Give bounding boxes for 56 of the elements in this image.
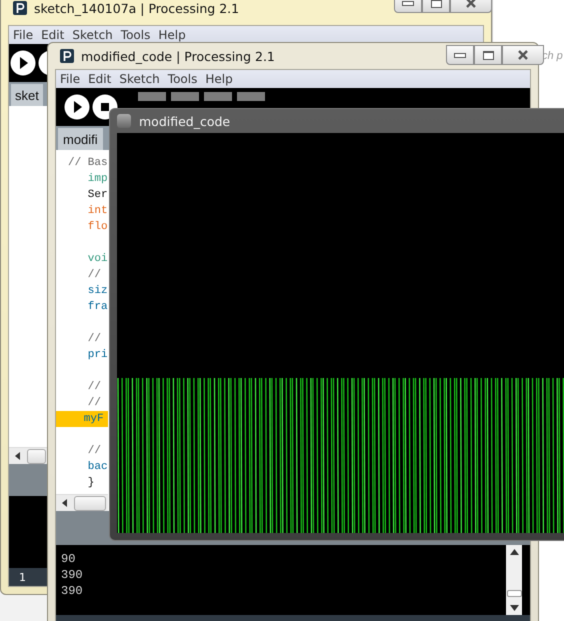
- window-title: modified_code: [139, 114, 230, 128]
- code-text: // Bas: [68, 157, 108, 169]
- code-text: }: [86, 477, 94, 489]
- window-icon: [117, 114, 131, 128]
- window-title: modified_code | Processing 2.1: [81, 48, 275, 64]
- menu-item[interactable]: Tools: [120, 28, 150, 42]
- close-icon[interactable]: [517, 50, 529, 60]
- code-text: myF: [82, 413, 104, 425]
- code-text: //: [86, 397, 102, 409]
- horizontal-scrollbar[interactable]: [56, 494, 108, 511]
- scrollbar-thumb[interactable]: [27, 448, 46, 464]
- editor-tab[interactable]: modifi: [58, 128, 103, 150]
- code-text: imp: [86, 173, 108, 185]
- code-text: //: [86, 445, 102, 457]
- scroll-up-icon[interactable]: [510, 549, 518, 555]
- code-text: //: [86, 333, 102, 345]
- app-logo-icon[interactable]: [13, 1, 27, 15]
- code-text: Ser: [86, 189, 108, 201]
- code-text: bac: [86, 461, 108, 473]
- code-text: pri: [86, 349, 108, 361]
- scrollbar-thumb[interactable]: [506, 590, 522, 597]
- scroll-left-icon[interactable]: [15, 452, 21, 460]
- menu-item[interactable]: Tools: [168, 72, 198, 86]
- scroll-down-icon[interactable]: [510, 605, 518, 611]
- menu-item[interactable]: Sketch: [72, 28, 113, 42]
- maximize-button[interactable]: [474, 45, 502, 65]
- code-text: flo: [86, 221, 108, 233]
- app-logo-icon[interactable]: [60, 49, 74, 63]
- minimize-button[interactable]: [446, 45, 474, 65]
- vertical-scrollbar[interactable]: [506, 545, 522, 615]
- code-text: //: [86, 269, 102, 281]
- menu-item[interactable]: Edit: [41, 28, 64, 42]
- editor-tab[interactable]: sket: [11, 84, 43, 106]
- code-text: voi: [86, 253, 108, 265]
- menu-item[interactable]: File: [60, 72, 80, 86]
- play-icon[interactable]: [64, 94, 90, 120]
- line-number: 1: [19, 570, 26, 584]
- code-text: siz: [86, 285, 108, 297]
- menu-item[interactable]: Edit: [88, 72, 112, 86]
- console-text: 390: [61, 583, 83, 599]
- play-icon[interactable]: [10, 50, 36, 76]
- horizontal-scrollbar[interactable]: [9, 447, 47, 464]
- menu-item[interactable]: Help: [205, 72, 233, 86]
- menu-item[interactable]: Sketch: [119, 72, 160, 86]
- scroll-left-icon[interactable]: [62, 499, 68, 507]
- console-text: 90: [61, 551, 76, 567]
- window-title: sketch_140107a | Processing 2.1: [34, 0, 240, 16]
- scrollbar-thumb[interactable]: [74, 496, 106, 510]
- close-icon[interactable]: [465, 0, 477, 8]
- menu-item[interactable]: File: [13, 28, 34, 42]
- menu-item[interactable]: Help: [158, 28, 186, 42]
- code-text: int: [86, 205, 108, 217]
- close-button[interactable]: [502, 45, 544, 65]
- code-text: fra: [86, 301, 108, 313]
- console-text: 390: [61, 567, 83, 583]
- code-text: //: [86, 381, 102, 393]
